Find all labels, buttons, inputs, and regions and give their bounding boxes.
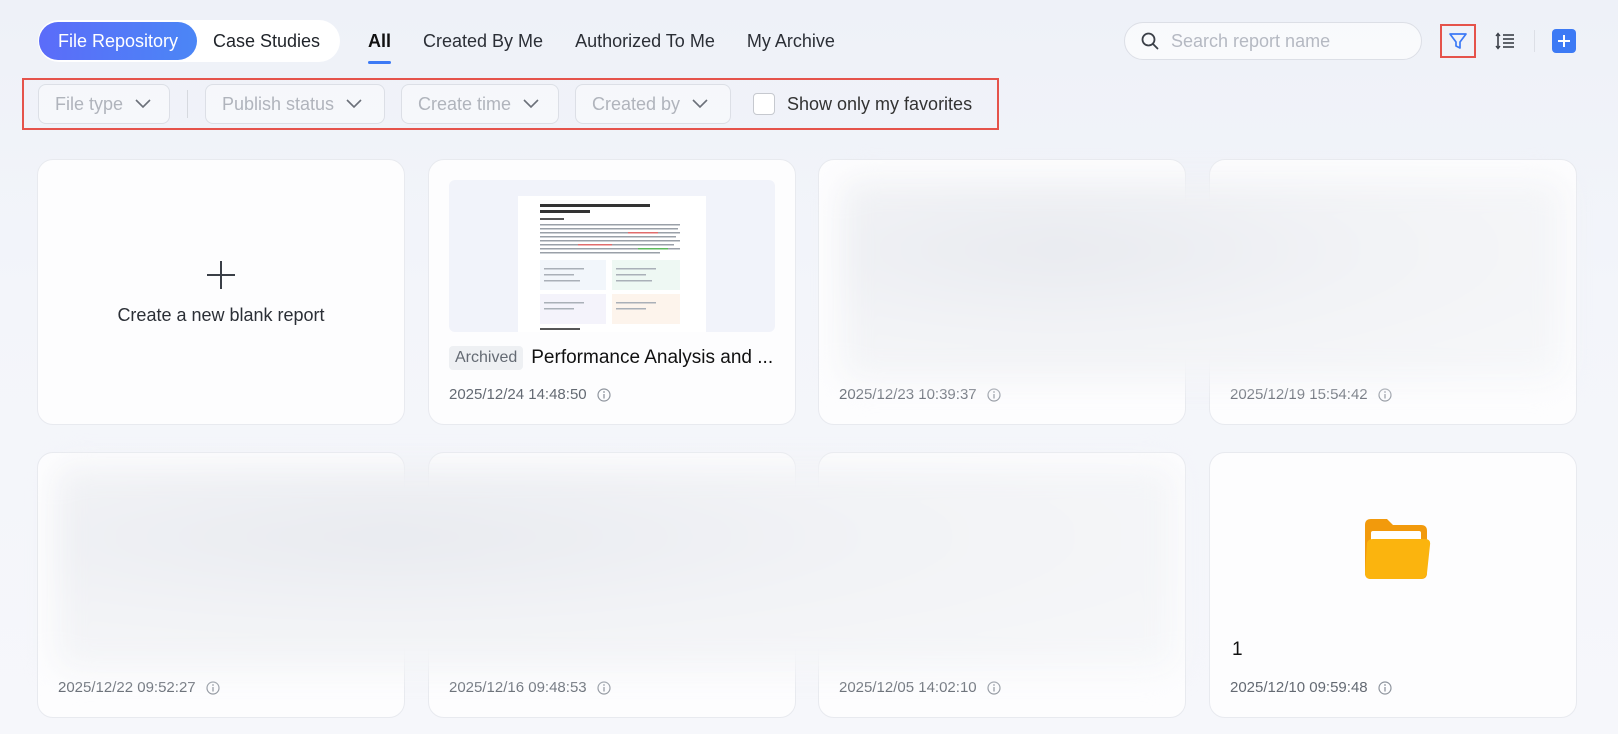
- report-thumbnail: [449, 180, 775, 332]
- info-icon[interactable]: [1378, 680, 1392, 695]
- document-preview: [518, 196, 706, 332]
- redacted-region: [840, 178, 1566, 383]
- report-date-text: 2025/12/05 14:02:10: [839, 679, 977, 696]
- toolbar-divider: [1534, 30, 1535, 52]
- report-date: 2025/12/05 14:02:10: [839, 679, 1001, 696]
- folder-icon: [1365, 519, 1431, 579]
- report-date: 2025/12/19 15:54:42: [1230, 386, 1392, 403]
- tab-created-by-me[interactable]: Created By Me: [423, 20, 543, 64]
- filter-divider: [187, 90, 188, 118]
- create-time-dropdown[interactable]: Create time: [401, 84, 559, 124]
- filter-icon: [1449, 33, 1467, 49]
- chevron-down-icon: [135, 99, 151, 109]
- created-by-dropdown[interactable]: Created by: [575, 84, 731, 124]
- publish-status-label: Publish status: [222, 93, 335, 114]
- plus-icon: [207, 260, 235, 289]
- publish-status-dropdown[interactable]: Publish status: [205, 84, 385, 124]
- filter-button[interactable]: [1440, 24, 1476, 58]
- redacted-region: [54, 464, 1178, 672]
- created-by-label: Created by: [592, 93, 681, 114]
- sort-button[interactable]: [1488, 24, 1522, 58]
- folder-name[interactable]: 1: [1232, 639, 1243, 661]
- folder-card[interactable]: 1 2025/12/10 09:59:48: [1209, 452, 1577, 718]
- chevron-down-icon: [523, 99, 539, 109]
- search-box: [1124, 22, 1422, 60]
- report-date-text: 2025/12/16 09:48:53: [449, 679, 587, 696]
- report-tabs: All Created By Me Authorized To Me My Ar…: [368, 20, 867, 64]
- segment-file-repository[interactable]: File Repository: [39, 22, 197, 60]
- create-time-label: Create time: [418, 93, 512, 114]
- segment-case-studies[interactable]: Case Studies: [197, 22, 336, 60]
- report-date: 2025/12/22 09:52:27: [58, 679, 220, 696]
- new-report-card[interactable]: Create a new blank report: [37, 159, 405, 425]
- file-type-dropdown[interactable]: File type: [38, 84, 170, 124]
- report-date-text: 2025/12/24 14:48:50: [449, 386, 587, 403]
- filter-bar: File type Publish status Create time Cre…: [22, 78, 999, 130]
- tab-authorized-to-me[interactable]: Authorized To Me: [575, 20, 715, 64]
- info-icon[interactable]: [1378, 387, 1392, 402]
- info-icon[interactable]: [597, 680, 611, 695]
- add-report-button[interactable]: [1552, 29, 1576, 53]
- new-report-label: Create a new blank report: [117, 304, 325, 325]
- favorites-label: Show only my favorites: [787, 93, 973, 114]
- chevron-down-icon: [346, 99, 362, 109]
- report-title-row: Archived Performance Analysis and ...: [449, 346, 779, 370]
- status-badge: Archived: [449, 346, 524, 370]
- sort-icon: [1495, 32, 1514, 50]
- add-icon: [1558, 35, 1570, 47]
- search-input[interactable]: [1171, 30, 1401, 52]
- repository-switch: File Repository Case Studies: [38, 20, 340, 62]
- report-date: 2025/12/23 10:39:37: [839, 386, 1001, 403]
- report-date-text: 2025/12/19 15:54:42: [1230, 386, 1368, 403]
- report-date-text: 2025/12/23 10:39:37: [839, 386, 977, 403]
- favorites-checkbox[interactable]: [753, 93, 775, 115]
- chevron-down-icon: [692, 99, 708, 109]
- document-lines-graphic: [540, 204, 680, 330]
- info-icon[interactable]: [987, 680, 1001, 695]
- report-date: 2025/12/10 09:59:48: [1230, 679, 1392, 696]
- search-icon: [1141, 32, 1159, 50]
- top-bar: File Repository Case Studies All Created…: [0, 0, 1618, 80]
- tab-all[interactable]: All: [368, 20, 392, 64]
- report-card[interactable]: Archived Performance Analysis and ... 20…: [428, 159, 796, 425]
- info-icon[interactable]: [597, 387, 611, 402]
- report-date: 2025/12/16 09:48:53: [449, 679, 611, 696]
- favorites-toggle[interactable]: Show only my favorites: [753, 93, 972, 115]
- report-title[interactable]: Performance Analysis and ...: [531, 347, 773, 369]
- tab-my-archive[interactable]: My Archive: [747, 20, 835, 64]
- report-date-text: 2025/12/22 09:52:27: [58, 679, 196, 696]
- info-icon[interactable]: [987, 387, 1001, 402]
- report-date: 2025/12/24 14:48:50: [449, 386, 611, 403]
- report-date-text: 2025/12/10 09:59:48: [1230, 679, 1368, 696]
- file-type-label: File type: [55, 93, 124, 114]
- info-icon[interactable]: [206, 680, 220, 695]
